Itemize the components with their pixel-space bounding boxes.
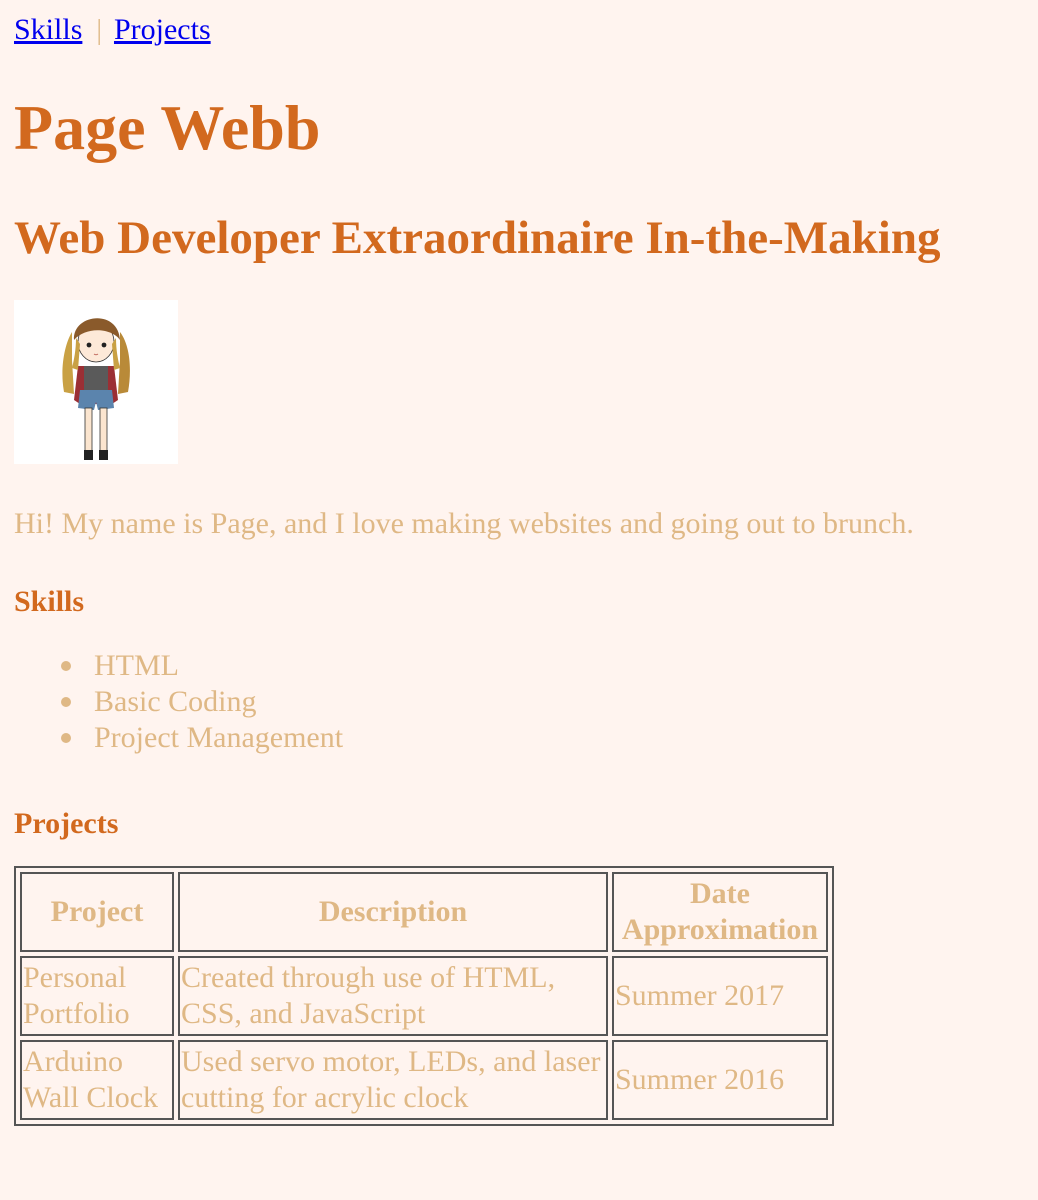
table-row: Personal Portfolio Created through use o… <box>20 956 828 1036</box>
column-header-project: Project <box>20 872 174 952</box>
bullet-icon <box>61 661 71 671</box>
page: Skills | Projects Page Webb Web Developer … <box>0 0 1038 1126</box>
table-cell-description: Used servo motor, LEDs, and laser cuttin… <box>178 1040 608 1120</box>
bullet-icon <box>61 697 71 707</box>
page-title: Page Webb <box>14 92 321 163</box>
skill-label: Basic Coding <box>94 685 257 718</box>
nav-link-skills[interactable]: Skills <box>14 13 82 46</box>
projects-heading: Projects <box>14 807 119 840</box>
column-header-date: Date Approximation <box>612 872 828 952</box>
bio-text: Hi! My name is Page, and I love making w… <box>14 507 914 540</box>
table-header-row: Project Description Date Approximation <box>20 872 828 952</box>
avatar <box>14 300 178 464</box>
bullet-icon <box>61 733 71 743</box>
table-cell-project: Personal Portfolio <box>20 956 174 1036</box>
skills-list: HTML Basic Coding Project Management <box>14 628 1024 806</box>
list-item: Basic Coding <box>61 684 1024 720</box>
column-header-description: Description <box>178 872 608 952</box>
page-subtitle: Web Developer Extraordinaire In-the-Maki… <box>14 212 941 264</box>
table-cell-description: Created through use of HTML, CSS, and Ja… <box>178 956 608 1036</box>
table-cell-date: Summer 2016 <box>612 1040 828 1120</box>
skill-label: Project Management <box>94 721 344 754</box>
top-nav: Skills | Projects <box>14 0 1024 60</box>
cartoon-girl-avatar-icon <box>14 300 178 464</box>
skill-label: HTML <box>94 649 179 682</box>
table-cell-date: Summer 2017 <box>612 956 828 1036</box>
table-cell-project: Arduino Wall Clock <box>20 1040 174 1120</box>
table-row: Arduino Wall Clock Used servo motor, LED… <box>20 1040 828 1120</box>
skills-heading: Skills <box>14 585 85 618</box>
list-item: Project Management <box>61 720 1024 756</box>
list-item: HTML <box>61 648 1024 684</box>
nav-separator: | <box>96 15 102 46</box>
nav-link-projects[interactable]: Projects <box>114 13 211 46</box>
projects-table: Project Description Date Approximation P… <box>14 866 834 1126</box>
